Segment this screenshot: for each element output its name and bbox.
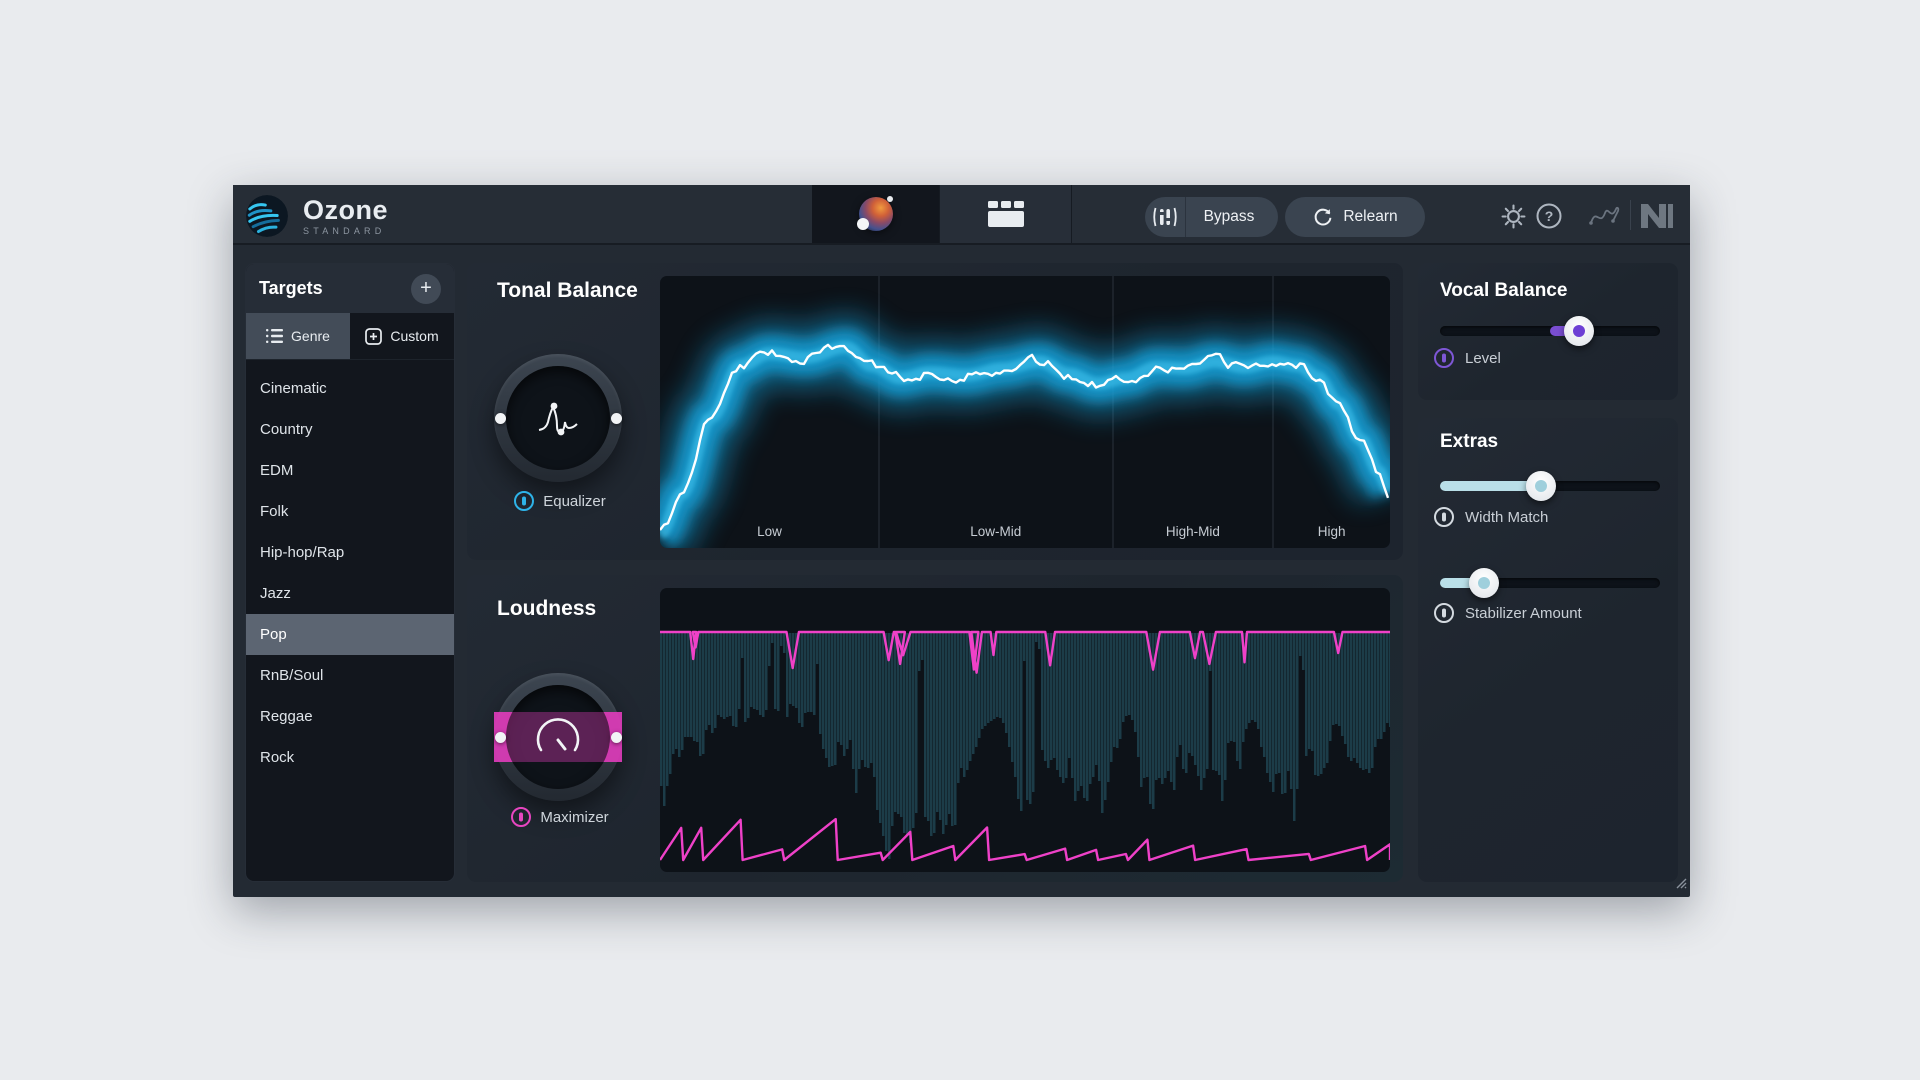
stabilizer-amount-power-toggle[interactable] <box>1434 603 1454 623</box>
equalizer-module-label: Equalizer <box>475 491 645 511</box>
vocal-balance-title: Vocal Balance <box>1440 280 1568 301</box>
genre-item-country[interactable]: Country <box>246 409 454 450</box>
targets-tabs: Genre Custom <box>246 313 454 360</box>
maximizer-power-toggle[interactable] <box>511 807 532 827</box>
genre-item-jazz[interactable]: Jazz <box>246 573 454 614</box>
maximizer-module-label: Maximizer <box>475 807 645 827</box>
vocal-level-slider[interactable] <box>1440 316 1660 346</box>
genre-item-rock[interactable]: Rock <box>246 737 454 778</box>
genre-item-folk[interactable]: Folk <box>246 491 454 532</box>
genre-item-hip-hop-rap[interactable]: Hip-hop/Rap <box>246 532 454 573</box>
assistant-sphere-icon <box>856 196 893 231</box>
genre-item-rnb-soul[interactable]: RnB/Soul <box>246 655 454 696</box>
help-icon[interactable]: ? <box>1536 203 1562 229</box>
loudness-history-graph <box>660 630 1390 862</box>
resize-handle[interactable] <box>1673 875 1687 894</box>
ozone-window: Ozone STANDARD Bypass Relearn ? Targets … <box>233 185 1690 897</box>
add-square-icon <box>365 327 383 345</box>
band-label-high: High <box>1317 524 1346 539</box>
tab-assistant-view[interactable] <box>812 185 939 243</box>
band-label-low-mid: Low-Mid <box>970 524 1022 539</box>
brand: Ozone STANDARD <box>246 194 388 238</box>
maximizer-knob[interactable] <box>494 673 622 801</box>
list-icon <box>266 329 284 343</box>
genre-item-pop[interactable]: Pop <box>246 614 454 655</box>
tab-genre-label: Genre <box>291 328 330 344</box>
genre-item-reggae[interactable]: Reggae <box>246 696 454 737</box>
width-match-label: Width Match <box>1434 506 1548 528</box>
extras-title: Extras <box>1440 431 1499 452</box>
slider-thumb[interactable] <box>1563 316 1594 346</box>
spectrum-curve <box>660 276 1390 548</box>
targets-title: Targets <box>259 278 323 298</box>
modules-icon <box>987 201 1024 227</box>
gauge-icon <box>536 718 580 752</box>
bypass-label: Bypass <box>1203 208 1255 225</box>
band-label-low: Low <box>757 524 782 539</box>
relearn-button[interactable]: Relearn <box>1285 197 1425 237</box>
eq-curve-icon <box>538 402 578 436</box>
slider-thumb[interactable] <box>1469 568 1499 598</box>
top-bar: Ozone STANDARD Bypass Relearn ? <box>233 185 1690 245</box>
targets-header: Targets + <box>246 264 454 313</box>
vocal-level-label: Level <box>1434 347 1501 369</box>
knob-handle-dot <box>494 412 506 424</box>
svg-text:?: ? <box>1545 208 1554 224</box>
stabilizer-amount-label: Stabilizer Amount <box>1434 602 1582 624</box>
tab-modules-view[interactable] <box>939 185 1072 243</box>
band-label-high-mid: High-Mid <box>1165 524 1220 539</box>
knob-handle-dot <box>610 412 622 424</box>
loudness-display <box>660 588 1390 872</box>
bypass-button[interactable]: Bypass <box>1145 197 1278 237</box>
width-match-power-toggle[interactable] <box>1434 507 1454 527</box>
tonal-balance-display: Low Low-Mid High-Mid High <box>660 276 1390 548</box>
tab-genre[interactable]: Genre <box>246 313 350 359</box>
tab-custom[interactable]: Custom <box>350 313 454 359</box>
ni-logo[interactable] <box>1640 203 1674 229</box>
app-title: Ozone <box>303 194 389 225</box>
knob-handle-dot <box>494 731 506 743</box>
genre-list: Cinematic Country EDM Folk Hip-hop/Rap Jazz Po… <box>246 360 454 881</box>
slider-thumb[interactable] <box>1526 471 1557 501</box>
view-tabs <box>812 185 1072 243</box>
equalizer-power-toggle[interactable] <box>514 491 535 511</box>
tab-custom-label: Custom <box>390 328 439 344</box>
tonal-balance-title: Tonal Balance <box>497 279 638 302</box>
knob-handle-dot <box>610 731 622 743</box>
vocal-balance-panel: Vocal Balance Level <box>1418 263 1678 400</box>
width-match-slider[interactable] <box>1440 471 1660 501</box>
scribble-icon[interactable] <box>1587 203 1623 229</box>
add-target-button[interactable]: + <box>411 273 441 304</box>
refresh-icon <box>1315 208 1332 226</box>
extras-panel: Extras Width Match Stabilizer Amount <box>1418 418 1678 882</box>
settings-gear-icon[interactable] <box>1500 203 1526 229</box>
tonal-balance-panel: Tonal Balance Equalizer Low Low-Mid High-M… <box>467 263 1403 560</box>
genre-item-edm[interactable]: EDM <box>246 450 454 491</box>
relearn-label: Relearn <box>1343 208 1398 225</box>
topbar-divider <box>1630 200 1631 230</box>
equalizer-knob[interactable] <box>494 354 622 482</box>
stabilizer-amount-slider[interactable] <box>1440 568 1660 598</box>
app-edition: STANDARD <box>303 225 386 236</box>
io-meter-icon <box>1145 205 1185 229</box>
loudness-panel: Loudness Output level: Full Scale Maximi… <box>467 575 1403 882</box>
ozone-logo-icon <box>246 195 288 237</box>
genre-item-cinematic[interactable]: Cinematic <box>246 368 454 409</box>
targets-panel: Targets + Genre Custom Cinematic Country… <box>245 263 455 882</box>
vocal-level-power-toggle[interactable] <box>1434 348 1454 368</box>
loudness-title: Loudness <box>497 597 597 620</box>
